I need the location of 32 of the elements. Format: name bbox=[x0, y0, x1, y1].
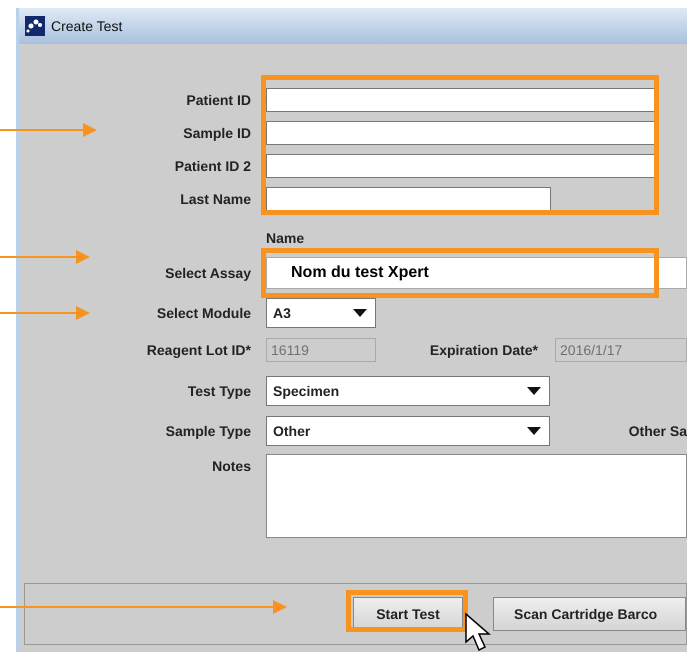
text-field[interactable] bbox=[266, 121, 655, 145]
column-header: Name bbox=[266, 230, 304, 246]
field-label: Sample Type bbox=[166, 422, 251, 441]
field-label: Other Sa bbox=[628, 422, 687, 440]
field-label: Sample ID bbox=[183, 124, 251, 143]
field-label: Last Name bbox=[180, 190, 251, 208]
dropdown[interactable]: A3 bbox=[266, 298, 376, 328]
notes-field[interactable] bbox=[266, 454, 687, 538]
action-button[interactable]: Scan Cartridge Barco bbox=[493, 597, 686, 631]
arrow-icon bbox=[0, 123, 97, 137]
text-field[interactable] bbox=[266, 88, 655, 112]
text-field[interactable] bbox=[266, 154, 655, 178]
arrow-icon bbox=[0, 250, 90, 264]
field-label: Reagent Lot ID* bbox=[146, 340, 251, 360]
field-label: Notes bbox=[212, 457, 251, 476]
field-label: Select Assay bbox=[165, 264, 251, 283]
text-field[interactable] bbox=[266, 187, 551, 211]
field-label: Patient ID 2 bbox=[174, 156, 251, 176]
field-label: Select Module bbox=[156, 304, 251, 322]
dropdown-arrow-icon bbox=[353, 309, 367, 317]
arrow-icon bbox=[0, 306, 90, 320]
dropdown-arrow-icon bbox=[527, 427, 541, 435]
field-label: Patient ID bbox=[186, 90, 251, 110]
arrow-icon bbox=[0, 600, 287, 614]
dropdown[interactable]: Specimen bbox=[266, 376, 550, 406]
app-icon bbox=[25, 16, 45, 36]
dropdown-arrow-icon bbox=[527, 387, 541, 395]
assay-field[interactable]: Nom du test Xpert bbox=[266, 257, 687, 289]
field-label: Test Type bbox=[188, 382, 251, 401]
field-label: Expiration Date* bbox=[430, 340, 538, 360]
dropdown[interactable]: Other bbox=[266, 416, 550, 446]
window-title: Create Test bbox=[51, 16, 122, 36]
